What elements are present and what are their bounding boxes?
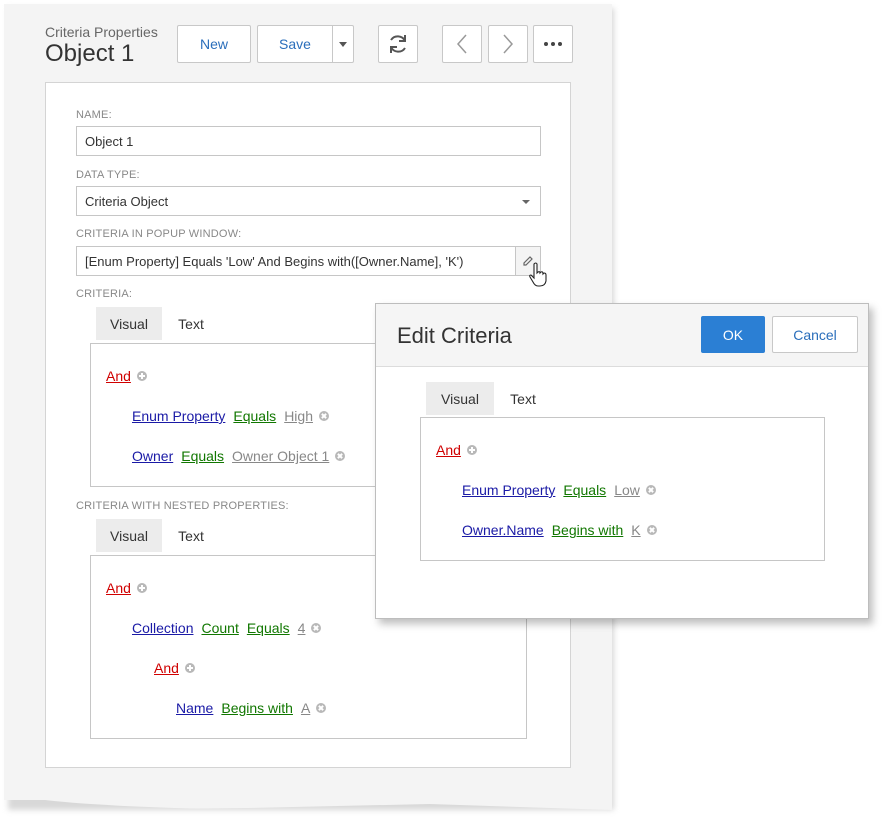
condition-operator[interactable]: Equals <box>181 448 224 464</box>
group-operator[interactable]: And <box>106 580 131 596</box>
condition-field[interactable]: Enum Property <box>132 408 225 424</box>
hand-cursor-icon <box>529 262 547 287</box>
popup-criteria-field[interactable]: [Enum Property] Equals 'Low' And Begins … <box>76 246 541 276</box>
dialog-group: And <box>436 442 477 458</box>
chevron-left-icon <box>456 34 467 54</box>
dialog-tab-visual[interactable]: Visual <box>426 382 494 415</box>
criteria-condition: Enum Property Equals High <box>132 408 329 424</box>
dialog-condition: Owner.Name Begins with K <box>462 522 657 538</box>
save-button[interactable]: Save <box>257 25 333 63</box>
more-icon <box>544 42 562 46</box>
add-condition-icon[interactable] <box>136 371 147 381</box>
name-value: Object 1 <box>85 134 134 149</box>
dialog-title: Edit Criteria <box>397 323 512 348</box>
criteria-condition: Owner Equals Owner Object 1 <box>132 448 346 464</box>
remove-condition-icon[interactable] <box>335 451 346 461</box>
criteria-tab-text[interactable]: Text <box>162 307 220 340</box>
refresh-button[interactable] <box>378 25 418 63</box>
criteria-label: CRITERIA: <box>76 288 133 300</box>
criteria-group: And <box>106 368 147 384</box>
condition-value[interactable]: A <box>301 700 310 716</box>
nested-condition: Collection Count Equals 4 <box>132 620 322 636</box>
condition-value[interactable]: High <box>284 408 313 424</box>
condition-value[interactable]: K <box>631 522 640 538</box>
condition-operator[interactable]: Begins with <box>221 700 293 716</box>
refresh-icon <box>390 35 406 53</box>
more-actions-button[interactable] <box>533 25 573 63</box>
add-condition-icon[interactable] <box>184 663 195 673</box>
group-operator[interactable]: And <box>154 660 179 676</box>
nested-subgroup: And <box>154 660 195 676</box>
view-subtitle: Criteria Properties <box>45 24 158 40</box>
condition-field[interactable]: Owner <box>132 448 173 464</box>
condition-value[interactable]: 4 <box>298 620 306 636</box>
save-options-dropdown[interactable] <box>332 25 354 63</box>
remove-condition-icon[interactable] <box>646 525 657 535</box>
remove-condition-icon[interactable] <box>311 623 322 633</box>
previous-button[interactable] <box>442 25 482 63</box>
popup-criteria-label: CRITERIA IN POPUP WINDOW: <box>76 228 242 240</box>
nested-condition: Name Begins with A <box>176 700 327 716</box>
remove-condition-icon[interactable] <box>316 703 327 713</box>
condition-value[interactable]: Low <box>614 482 640 498</box>
nested-group: And <box>106 580 147 596</box>
dialog-tab-text[interactable]: Text <box>494 382 552 415</box>
add-condition-icon[interactable] <box>136 583 147 593</box>
condition-field[interactable]: Name <box>176 700 213 716</box>
dialog-condition: Enum Property Equals Low <box>462 482 656 498</box>
condition-field[interactable]: Enum Property <box>462 482 555 498</box>
ok-button[interactable]: OK <box>701 316 765 353</box>
condition-value[interactable]: Owner Object 1 <box>232 448 329 464</box>
add-condition-icon[interactable] <box>466 445 477 455</box>
condition-field[interactable]: Collection <box>132 620 193 636</box>
next-button[interactable] <box>488 25 528 63</box>
name-label: NAME: <box>76 109 112 121</box>
condition-field[interactable]: Owner.Name <box>462 522 544 538</box>
name-field[interactable]: Object 1 <box>76 126 541 156</box>
edit-criteria-dialog: Edit Criteria OK Cancel Visual Text And … <box>375 303 869 619</box>
nested-criteria-label: CRITERIA WITH NESTED PROPERTIES: <box>76 500 289 512</box>
condition-operator[interactable]: Equals <box>233 408 276 424</box>
chevron-right-icon <box>503 34 514 54</box>
remove-condition-icon[interactable] <box>318 411 329 421</box>
datatype-label: DATA TYPE: <box>76 169 140 181</box>
datatype-value: Criteria Object <box>85 194 169 209</box>
new-button[interactable]: New <box>177 25 251 63</box>
condition-operator[interactable]: Equals <box>247 620 290 636</box>
remove-condition-icon[interactable] <box>645 485 656 495</box>
cancel-button[interactable]: Cancel <box>772 316 858 353</box>
criteria-tab-visual[interactable]: Visual <box>96 307 162 340</box>
group-operator[interactable]: And <box>106 368 131 384</box>
condition-operator[interactable]: Begins with <box>552 522 624 538</box>
condition-aggregate[interactable]: Count <box>201 620 238 636</box>
dialog-header: Edit Criteria OK Cancel <box>376 304 868 367</box>
nested-tab-text[interactable]: Text <box>162 519 220 552</box>
caret-down-icon <box>339 41 347 47</box>
condition-operator[interactable]: Equals <box>563 482 606 498</box>
caret-down-icon <box>522 200 530 204</box>
group-operator[interactable]: And <box>436 442 461 458</box>
view-title: Object 1 <box>45 40 135 67</box>
popup-criteria-value: [Enum Property] Equals 'Low' And Begins … <box>85 254 464 269</box>
nested-tab-visual[interactable]: Visual <box>96 519 162 552</box>
datatype-select[interactable]: Criteria Object <box>76 186 541 216</box>
